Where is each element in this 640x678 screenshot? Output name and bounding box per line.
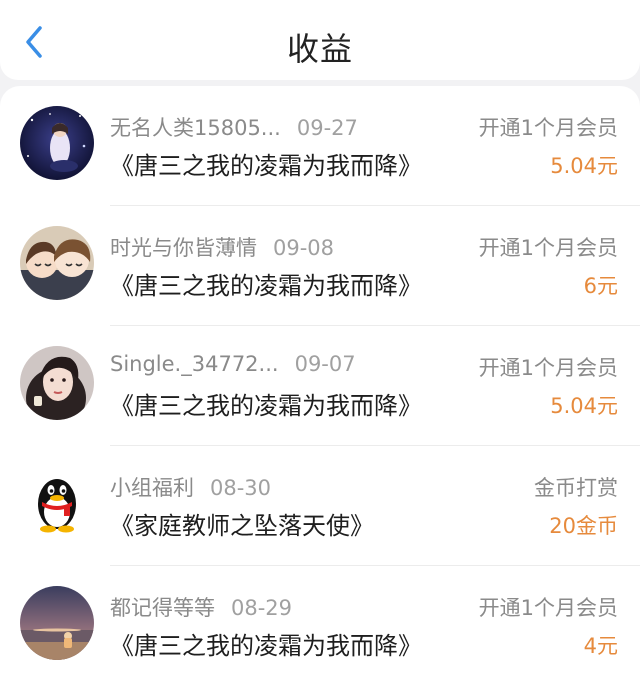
earning-type: 开通1个月会员 [478,116,618,140]
book-title[interactable]: 《唐三之我的凌霜为我而降》 [110,146,422,181]
user-name-text: 时光与你皆薄情 [110,236,257,260]
date-label: 09-07 [294,352,356,376]
avatar[interactable] [20,106,94,180]
anime-couple-avatar-icon [20,226,94,300]
earnings-row[interactable]: 时光与你皆薄情 09-08 《唐三之我的凌霜为我而降》 开通1个月会员 6元 [0,206,640,326]
earnings-screen: 收益 无名人类15805... 09-27 《唐三之我的凌霜为我而降》 开通1个… [0,0,640,678]
user-name-text: 小组福利 [110,476,194,500]
book-title[interactable]: 《唐三之我的凌霜为我而降》 [110,386,422,421]
user-name-text: 都记得等等 [110,596,215,620]
user-name[interactable]: 都记得等等 08-29 [110,592,292,622]
earning-type: 开通1个月会员 [478,236,618,260]
top-bar: 收益 [0,0,640,80]
avatar[interactable] [20,586,94,660]
user-name[interactable]: 时光与你皆薄情 09-08 [110,232,334,262]
page-title: 收益 [286,30,353,68]
user-name[interactable]: 小组福利 08-30 [110,472,271,502]
earning-amount: 4元 [583,634,618,658]
user-name-text: 无名人类15805... [110,116,281,140]
avatar[interactable] [20,466,94,540]
user-name-text: Single._34772... [110,352,279,376]
qq-penguin-avatar-icon [20,466,94,540]
book-title[interactable]: 《唐三之我的凌霜为我而降》 [110,626,422,661]
girl-portrait-avatar-icon [20,346,94,420]
user-name[interactable]: Single._34772... 09-07 [110,352,356,376]
earning-amount: 5.04元 [550,394,618,418]
date-label: 08-29 [231,596,293,620]
earnings-row[interactable]: Single._34772... 09-07 《唐三之我的凌霜为我而降》 开通1个… [0,326,640,446]
earning-amount: 20金币 [549,514,618,538]
earnings-row[interactable]: 无名人类15805... 09-27 《唐三之我的凌霜为我而降》 开通1个月会员 … [0,86,640,206]
earning-type: 开通1个月会员 [478,596,618,620]
night-sky-anime-avatar-icon [20,106,94,180]
avatar[interactable] [20,346,94,420]
earnings-list: 无名人类15805... 09-27 《唐三之我的凌霜为我而降》 开通1个月会员 … [0,86,640,678]
avatar[interactable] [20,226,94,300]
date-label: 09-27 [296,116,358,140]
book-title[interactable]: 《家庭教师之坠落天使》 [110,506,374,541]
earnings-row[interactable]: 小组福利 08-30 《家庭教师之坠落天使》 金币打赏 20金币 [0,446,640,566]
earning-amount: 5.04元 [550,154,618,178]
book-title[interactable]: 《唐三之我的凌霜为我而降》 [110,266,422,301]
earning-type: 开通1个月会员 [478,356,618,380]
date-label: 08-30 [210,476,272,500]
user-name[interactable]: 无名人类15805... 09-27 [110,112,358,142]
earnings-row[interactable]: 都记得等等 08-29 《唐三之我的凌霜为我而降》 开通1个月会员 4元 [0,566,640,678]
earning-type: 金币打赏 [534,476,618,500]
earning-amount: 6元 [583,274,618,298]
sunset-beach-avatar-icon [20,586,94,660]
date-label: 09-08 [273,236,335,260]
